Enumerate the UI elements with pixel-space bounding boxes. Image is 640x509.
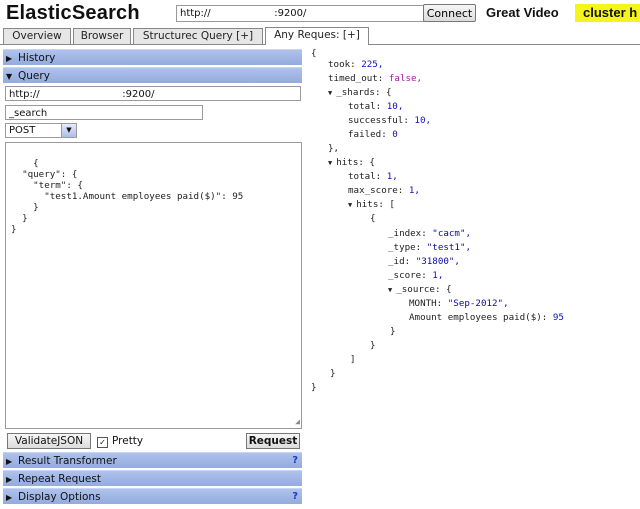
json-index-line: _index: "cacm", xyxy=(388,228,472,239)
help-icon[interactable]: ? xyxy=(292,489,298,505)
repeat-request-section[interactable]: ▶ Repeat Request xyxy=(3,470,302,486)
query-body-editor[interactable]: { "query": { "term": { "test1.Amount emp… xyxy=(5,142,302,429)
json-timed-out-line: timed_out: false, xyxy=(328,73,423,84)
chevron-down-icon: ▼ xyxy=(61,124,76,137)
method-select[interactable]: POST ▼ xyxy=(5,123,77,138)
query-label: Query xyxy=(18,70,50,82)
help-icon[interactable]: ? xyxy=(292,453,298,469)
json-source-close: } xyxy=(390,326,396,337)
cluster-name: Great Video xyxy=(486,5,559,20)
json-max-score-line: max_score: 1, xyxy=(348,185,420,196)
json-type-line: _type: "test1", xyxy=(388,242,472,253)
request-button[interactable]: Request xyxy=(246,433,300,449)
tab-structured-query[interactable]: Structurec Query [+] xyxy=(133,28,263,44)
repeat-request-label: Repeat Request xyxy=(18,473,101,485)
json-took-line: took: 225, xyxy=(328,59,384,70)
json-hits-total-line: total: 1, xyxy=(348,171,398,182)
json-source-line[interactable]: ▼ _source: { xyxy=(388,283,452,297)
json-hit-close: } xyxy=(370,340,376,351)
history-section[interactable]: ▶ History xyxy=(3,49,302,65)
request-panel: ▶ History ▼ Query http:// :9200/ _search P… xyxy=(3,47,303,507)
result-transformer-section[interactable]: ▶ Result Transformer ? xyxy=(3,452,302,468)
result-transformer-label: Result Transformer xyxy=(18,455,117,467)
response-json-viewer: { took: 225, timed_out: false, ▼ _shards:… xyxy=(311,47,636,502)
resize-grip-icon[interactable]: ◢ xyxy=(295,416,300,427)
tab-any-request[interactable]: Any Reques: [+] xyxy=(265,27,369,45)
json-shards-close: }, xyxy=(328,143,340,154)
pretty-label: Pretty xyxy=(112,435,144,447)
cluster-health-badge: cluster h xyxy=(575,4,640,22)
json-open-brace: { xyxy=(311,48,317,59)
json-hits-array-line[interactable]: ▼ hits: [ xyxy=(348,198,395,212)
json-amount-line: Amount employees paid($): 95 xyxy=(409,312,564,323)
json-failed-line: failed: 0 xyxy=(348,129,398,140)
json-score-line: _score: 1, xyxy=(388,270,444,281)
host-input[interactable]: http:// :9200/ xyxy=(5,86,301,101)
display-options-label: Display Options xyxy=(18,491,101,503)
tab-browser[interactable]: Browser xyxy=(73,28,131,44)
expand-arrow-icon: ▶ xyxy=(6,54,13,63)
json-hit-open: { xyxy=(370,213,376,224)
history-label: History xyxy=(18,52,56,64)
display-options-section[interactable]: ▶ Display Options ? xyxy=(3,488,302,504)
header-bar: ElasticSearch Connect Great Video cluste… xyxy=(0,0,640,27)
json-hits-line[interactable]: ▼ hits: { xyxy=(328,156,375,170)
cluster-url-input[interactable] xyxy=(176,5,424,22)
expand-arrow-icon: ▶ xyxy=(6,493,13,502)
json-shards-line[interactable]: ▼ _shards: { xyxy=(328,86,392,100)
query-section[interactable]: ▼ Query xyxy=(3,67,302,83)
json-array-close: ] xyxy=(350,354,356,365)
checkmark-icon[interactable]: ✓ xyxy=(97,437,108,448)
collapse-toggle-icon: ▼ xyxy=(388,286,393,294)
json-close-brace: } xyxy=(311,382,317,393)
expand-arrow-icon: ▶ xyxy=(6,457,13,466)
json-month-line: MONTH: "Sep-2012", xyxy=(409,298,509,309)
expand-arrow-icon: ▶ xyxy=(6,475,13,484)
collapse-toggle-icon: ▼ xyxy=(328,89,333,97)
tab-overview[interactable]: Overview xyxy=(3,28,71,44)
collapse-arrow-icon: ▼ xyxy=(6,72,13,81)
query-body-text: { "query": { "term": { "test1.Amount emp… xyxy=(11,158,244,235)
method-value: POST xyxy=(9,125,36,136)
collapse-toggle-icon: ▼ xyxy=(328,159,333,167)
validate-json-button[interactable]: ValidateJSON xyxy=(7,433,91,449)
path-input[interactable]: _search xyxy=(5,105,203,120)
json-total-line: total: 10, xyxy=(348,101,404,112)
collapse-toggle-icon: ▼ xyxy=(348,201,353,209)
json-hits-close: } xyxy=(330,368,336,379)
connect-button[interactable]: Connect xyxy=(423,4,476,22)
json-id-line: _id: "31800", xyxy=(388,256,460,267)
pretty-checkbox[interactable]: ✓ Pretty xyxy=(97,433,143,449)
json-successful-line: successful: 10, xyxy=(348,115,432,126)
tab-bar: Overview Browser Structurec Query [+] An… xyxy=(0,26,640,45)
app-title: ElasticSearch xyxy=(6,2,140,24)
